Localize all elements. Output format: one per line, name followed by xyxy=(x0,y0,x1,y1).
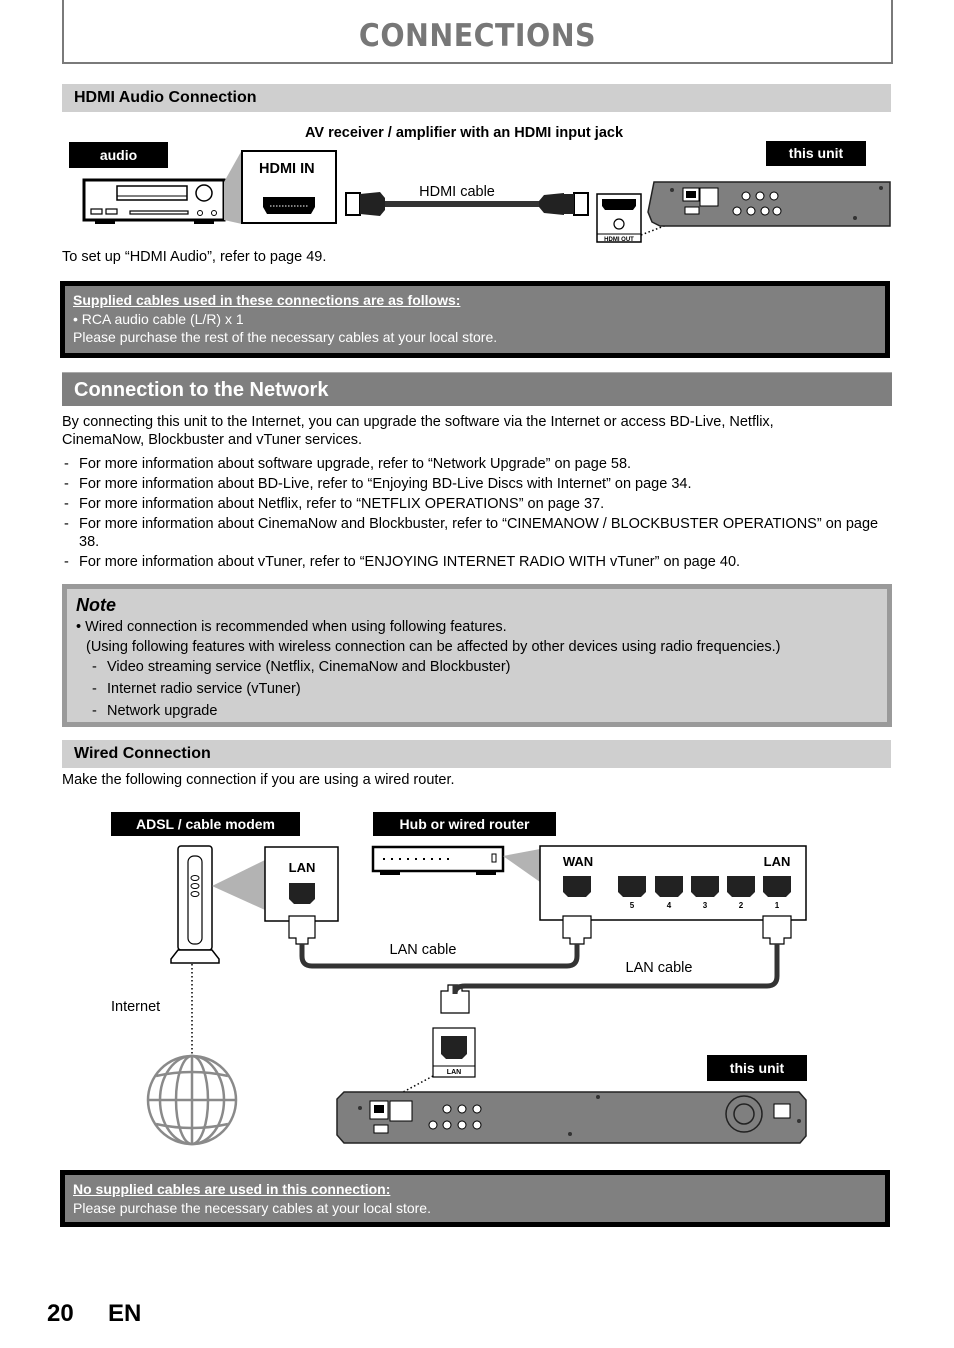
hdmi-cable-label: HDMI cable xyxy=(419,184,495,200)
port-number: 4 xyxy=(667,901,672,910)
globe-icon xyxy=(146,1054,238,1146)
hdmi-diagram-graphic: HDMI OUT HDMI cable xyxy=(82,150,891,243)
bluray-player-rear-icon xyxy=(336,1091,807,1144)
reference-item: For more information about vTuner, refer… xyxy=(62,553,882,571)
zoom-wedge xyxy=(224,150,242,224)
wired-intro: Make the following connection if you are… xyxy=(62,772,455,788)
network-references: For more information about software upgr… xyxy=(62,455,882,573)
reference-item: For more information about BD-Live, refe… xyxy=(62,475,882,493)
lan-port-icon xyxy=(727,876,755,897)
supplied-cables-heading: Supplied cables used in these connection… xyxy=(73,292,461,308)
av-receiver-icon xyxy=(82,178,226,224)
lan-port-icon xyxy=(655,876,683,897)
no-supplied-cables-box: No supplied cables are used in this conn… xyxy=(60,1170,890,1227)
modem-label: ADSL / cable modem xyxy=(111,812,300,836)
page-title-box: CONNECTIONS xyxy=(62,0,893,64)
port-number: 1 xyxy=(775,901,780,910)
lan-cable-2-label: LAN cable xyxy=(626,960,693,976)
lan-port-icon xyxy=(289,883,315,904)
feature-item: Network upgrade xyxy=(90,701,878,721)
note-box: Note • Wired connection is recommended w… xyxy=(62,584,892,727)
lan-cable-2 xyxy=(452,944,780,995)
wired-heading: Wired Connection xyxy=(62,740,891,768)
hdmi-in-label: HDMI IN xyxy=(259,161,315,177)
unit-lan-label: LAN xyxy=(447,1069,461,1076)
modem-icon xyxy=(170,845,220,964)
modem-lan-label: LAN xyxy=(289,860,316,875)
lan-port-icon xyxy=(618,876,646,897)
hdmi-out-label: HDMI OUT xyxy=(604,237,634,243)
port-number: 5 xyxy=(630,901,635,910)
reference-item: For more information about software upgr… xyxy=(62,455,882,473)
note-features: Video streaming service (Netflix, Cinema… xyxy=(76,657,878,721)
reference-item: For more information about Netflix, refe… xyxy=(62,495,882,513)
network-intro: By connecting this unit to the Internet,… xyxy=(62,414,774,448)
page-title: CONNECTIONS xyxy=(358,18,597,54)
internet-label: Internet xyxy=(111,999,160,1015)
note-title: Note xyxy=(76,595,116,615)
bluray-player-rear-icon xyxy=(647,181,891,227)
router-label: Hub or wired router xyxy=(373,812,556,836)
wired-diagram-graphic: LAN WAN LAN 5 4 3 2 1 LAN cable LAN cabl… xyxy=(111,845,807,1146)
no-supplied-cables-heading: No supplied cables are used in this conn… xyxy=(73,1181,391,1197)
wan-label: WAN xyxy=(563,854,593,869)
lan-port-icon xyxy=(763,876,791,897)
note-bullet: • Wired connection is recommended when u… xyxy=(76,619,507,635)
feature-item: Video streaming service (Netflix, Cinema… xyxy=(90,657,878,677)
page-number: 20 xyxy=(47,1300,74,1327)
no-supplied-cables-footer: Please purchase the necessary cables at … xyxy=(73,1199,431,1216)
page-language: EN xyxy=(108,1300,142,1327)
lan-cable-1-label: LAN cable xyxy=(390,942,457,958)
port-number: 2 xyxy=(739,901,744,910)
note-paren: (Using following features with wireless … xyxy=(86,639,781,655)
wan-port-icon xyxy=(563,876,591,897)
hdmi-audio-heading: HDMI Audio Connection xyxy=(62,84,891,112)
hdmi-audio-diagram: AV receiver / amplifier with an HDMI inp… xyxy=(0,120,954,250)
hdmi-audio-setup-note: To set up “HDMI Audio”, refer to page 49… xyxy=(62,249,327,265)
supplied-cables-box: Supplied cables used in these connection… xyxy=(60,281,890,358)
supplied-cable-item: • RCA audio cable (L/R) x 1 xyxy=(73,310,244,327)
network-heading: Connection to the Network xyxy=(62,372,892,406)
router-icon xyxy=(371,845,505,875)
feature-item: Internet radio service (vTuner) xyxy=(90,679,878,699)
supplied-cables-footer: Please purchase the rest of the necessar… xyxy=(73,329,498,345)
port-number: 3 xyxy=(703,901,708,910)
reference-item: For more information about CinemaNow and… xyxy=(62,515,882,551)
lan-port-icon xyxy=(691,876,719,897)
router-lan-label: LAN xyxy=(764,854,791,869)
